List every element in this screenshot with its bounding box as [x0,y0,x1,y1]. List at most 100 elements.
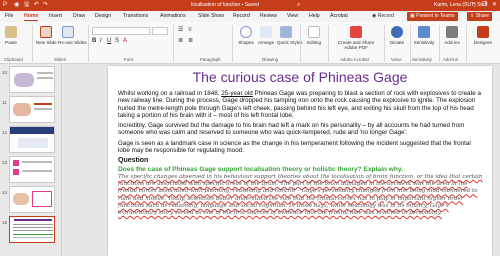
thumbnail-number: 15 [2,220,8,225]
autosave-toggle[interactable]: ◉ [14,2,19,9]
record-button[interactable]: ◉ Record [372,12,394,21]
strikethrough-button[interactable]: S [115,38,119,44]
tab-acrobat[interactable]: Acrobat [330,13,348,20]
paragraph-1: Whilst working on a railroad in 1848, 25… [118,90,484,119]
tab-review[interactable]: Review [260,13,277,20]
sensitivity-button[interactable]: Sensitivity [412,26,436,45]
tab-transitions[interactable]: Transitions [123,13,148,20]
underlined-age: 25-year old [221,90,253,97]
group-separator [232,25,233,62]
thumbnail-text-line [37,72,53,74]
group-separator [410,25,411,62]
slide-thumbnails-panel[interactable]: 10 11 12 13 14 15 [0,64,62,256]
paragraph-1-start: Whilst working on a railroad in 1848, [118,90,222,97]
tab-insert[interactable]: Insert [49,13,62,20]
tab-animations[interactable]: Animations [160,13,186,20]
designer-icon [477,26,489,38]
tab-home[interactable]: Home [24,13,39,21]
thumbnail-number: 11 [2,100,7,105]
arrange-button[interactable]: Arrange [257,26,275,45]
tab-draw[interactable]: Draw [73,13,85,20]
slide-thumbnail-12[interactable] [9,126,55,153]
underline-button[interactable]: U [107,38,111,44]
tab-view[interactable]: View [287,13,298,20]
italic-button[interactable]: I [100,38,102,44]
editing-button[interactable]: Editing [305,26,323,45]
quick-styles-button[interactable]: Quick Styles [277,26,303,45]
tab-design[interactable]: Design [95,13,111,20]
slide-canvas[interactable]: The curious case of Phineas Gage Whilst … [108,66,492,256]
tab-help[interactable]: Help [309,13,320,20]
thumbnail-number: 12 [2,130,8,135]
thumbnail-number: 14 [2,190,8,195]
numbering-button[interactable]: ≡ [188,27,192,33]
present-in-teams-button[interactable]: ▣ Present in Teams [407,12,458,21]
slide-thumbnail-11[interactable] [9,96,55,123]
slides-group-label: Slides [54,57,66,62]
search-icon[interactable]: ⌕ [297,2,300,9]
powerpoint-logo-icon: P [3,2,8,8]
voice-group-label: Voice [391,57,402,62]
user-name[interactable]: Karim, Lena (SUT) Staff [434,2,487,8]
bold-button[interactable]: B [92,38,96,44]
redo-icon[interactable]: ↷ [43,2,48,9]
paste-icon [5,26,17,38]
align-center-button[interactable]: ≣ [188,38,193,44]
adobe-pdf-icon [350,26,362,38]
paragraph-2: Incredibly, Gage survived but the damage… [118,122,465,137]
align-left-button[interactable]: ≣ [178,38,183,44]
find-replace-icon [308,26,320,38]
slide-thumbnail-10[interactable] [9,66,55,93]
tab-file[interactable]: File [5,13,13,20]
share-button[interactable]: ⇪ Share [467,12,492,21]
shapes-label: Shapes [238,40,254,45]
new-slide-label: New Slide [36,40,57,45]
slide-text-box[interactable]: Whilst working on a railroad in 1848, 25… [118,90,484,217]
slide-thumbnail-14[interactable] [9,186,55,213]
title-bar: P ◉ 🖫 ↶ ↷ localisation of function • Sav… [0,0,500,11]
powerpoint-window: P ◉ 🖫 ↶ ↷ localisation of function • Sav… [0,0,500,256]
create-share-pdf-button[interactable]: Create and Share Adobe PDF [333,26,379,50]
add-ins-label: Add-ins [444,40,460,45]
tab-record[interactable]: Record [233,13,250,20]
adobe-acrobat-group-label: Adobe Acrobat [340,57,369,62]
tab-slide-show[interactable]: Slide Show [198,13,224,20]
thumbnail-text-line [13,227,53,228]
paste-button[interactable]: Paste [3,26,19,45]
drawing-group-label: Drawing [262,57,279,62]
brain-image [14,73,34,87]
clipboard-group-label: Clipboard [4,57,23,62]
brain-image [13,103,31,116]
thumbnail-number: 10 [2,70,8,75]
shapes-icon [240,26,252,38]
close-button[interactable]: ✕ [492,1,497,8]
undo-icon[interactable]: ↶ [34,2,39,9]
thumbnail-body [18,138,48,148]
reuse-slides-button[interactable]: Re-use Slides [58,26,87,45]
minimize-button[interactable]: – [472,1,475,7]
font-name-select[interactable] [92,27,150,35]
answer-text: The specific changes observed in his beh… [118,173,483,216]
arrange-icon [260,26,272,38]
slide-thumbnail-13[interactable] [9,156,55,183]
sensitivity-icon [418,26,430,38]
save-icon[interactable]: 🖫 [24,2,29,9]
designer-button[interactable]: Designer [470,26,496,45]
font-size-select[interactable] [152,27,168,35]
new-slide-button[interactable]: New Slide [36,26,57,45]
reuse-slides-icon [62,26,74,38]
add-ins-button[interactable]: Add-ins [442,26,462,45]
shapes-button[interactable]: Shapes [237,26,255,45]
dictate-button[interactable]: Dictate [388,26,406,45]
bullets-button[interactable]: ☰ [178,27,183,33]
slide-title[interactable]: The curious case of Phineas Gage [108,69,492,85]
ribbon-home: Paste Clipboard New Slide Re-use Slides … [0,22,500,64]
restore-button[interactable]: ❐ [482,1,487,8]
thumbnail-box [32,191,52,207]
thumbnail-text-line [13,224,53,225]
group-separator [32,25,33,62]
font-color-button[interactable]: A [123,38,127,44]
slide-thumbnail-15[interactable] [9,216,55,243]
microphone-icon [391,26,403,38]
dictate-label: Dictate [389,40,405,45]
